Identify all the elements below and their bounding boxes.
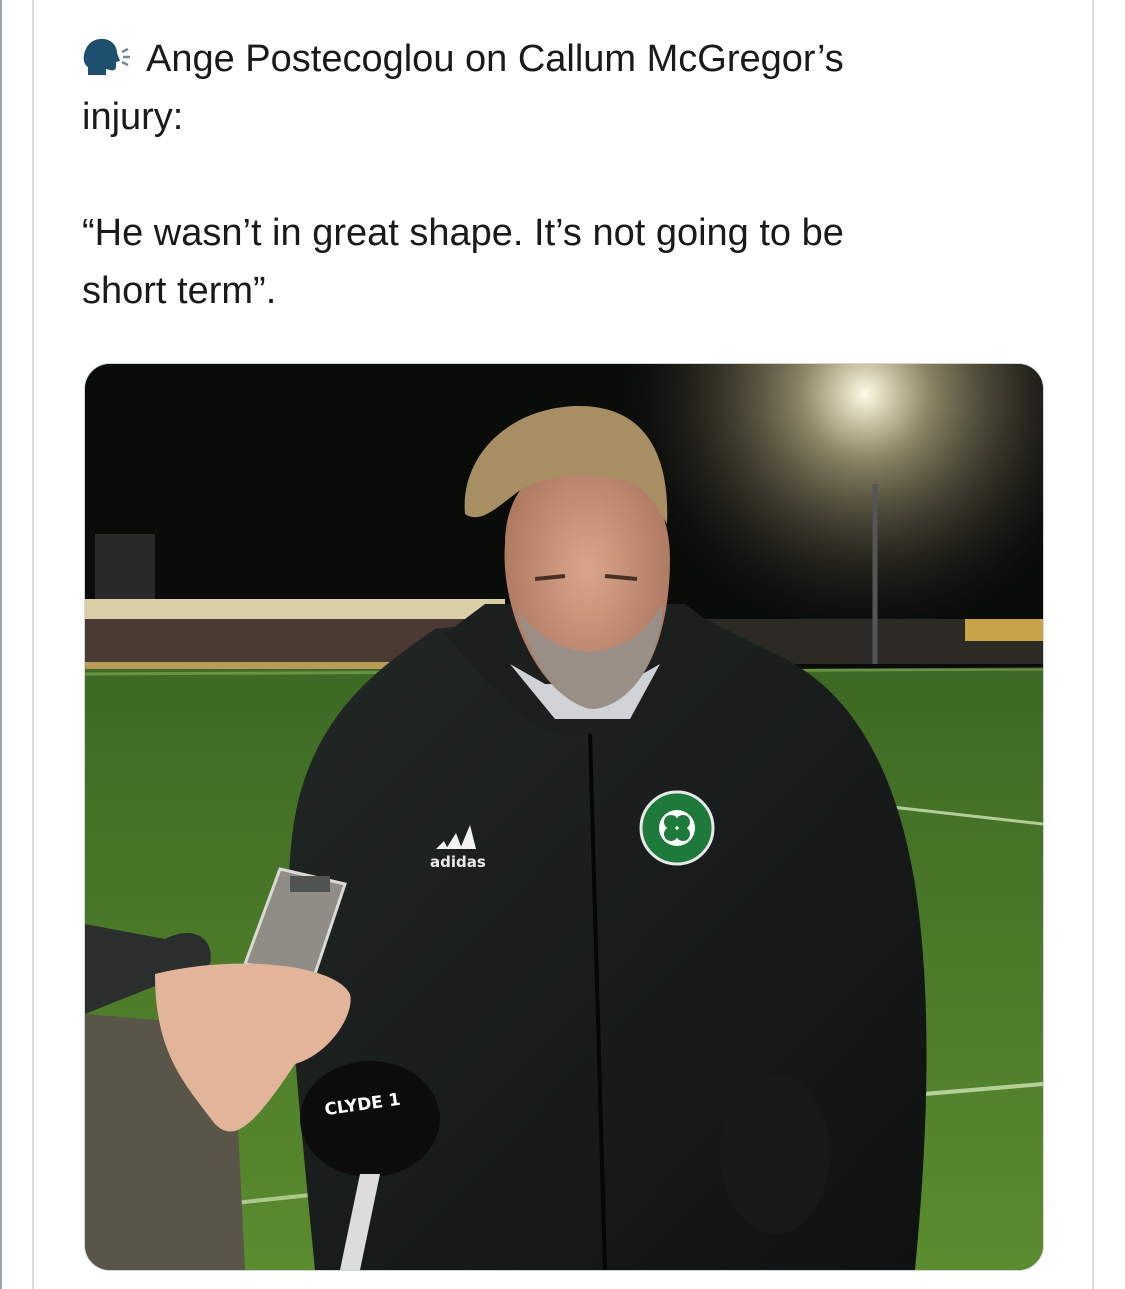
tweet-heading-line1: Ange Postecoglou on Callum McGregor’s: [146, 38, 844, 80]
tweet-heading: Ange Postecoglou on Callum McGregor’s: [82, 30, 1082, 88]
photo-illustration: adidas CLYDE 1: [85, 364, 1043, 1270]
frame-edge: [0, 0, 2, 1289]
tweet-quote-line1: “He wasn’t in great shape. It’s not goin…: [82, 212, 844, 254]
tweet-text: Ange Postecoglou on Callum McGregor’s in…: [82, 30, 1082, 320]
card-border-right: [1092, 0, 1094, 1289]
tweet-photo[interactable]: adidas CLYDE 1: [84, 363, 1044, 1271]
speaking-head-icon: [82, 36, 132, 76]
svg-text:adidas: adidas: [430, 853, 486, 871]
card-border-left: [32, 0, 34, 1289]
tweet-quote-line2: short term”.: [82, 270, 277, 312]
tweet-heading-line2: injury:: [82, 96, 184, 138]
celtic-crest: [639, 790, 715, 866]
